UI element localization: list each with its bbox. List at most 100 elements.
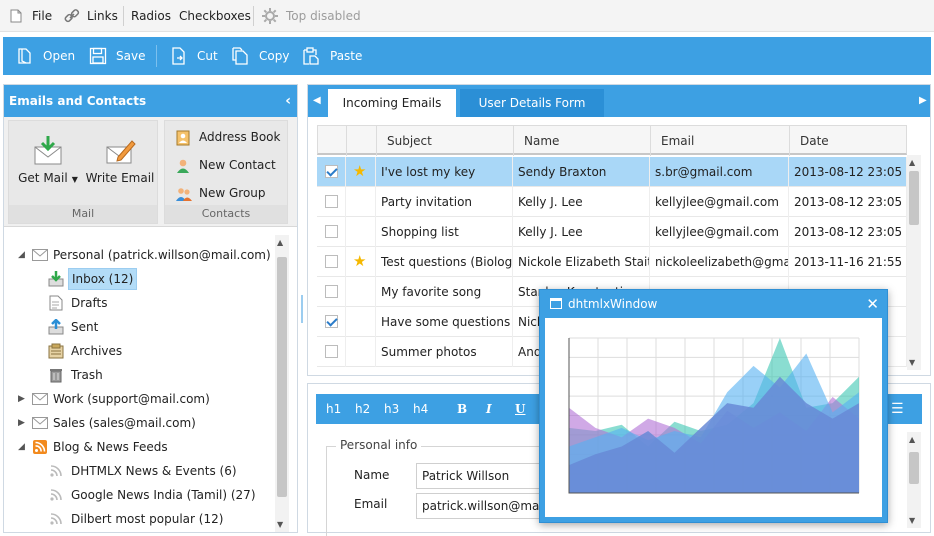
scroll-up-icon[interactable]: ▲	[277, 238, 283, 247]
details-scrollbar[interactable]: ▲ ▼	[907, 432, 921, 528]
tree-scrollbar[interactable]: ▲ ▼	[275, 235, 289, 532]
tree-label: Trash	[71, 368, 103, 382]
open-button[interactable]: Open	[17, 37, 77, 75]
header-email[interactable]: Email	[651, 126, 790, 156]
save-button[interactable]: Save	[89, 37, 149, 75]
list-icon[interactable]: ☰	[891, 394, 904, 424]
star-icon[interactable]: ★	[353, 253, 366, 269]
tree-label: DHTMLX News & Events (6)	[71, 464, 237, 478]
drafts-icon	[49, 295, 63, 311]
row-checkbox-cell	[317, 337, 346, 367]
scroll-down-icon[interactable]: ▼	[277, 520, 283, 529]
menu-file-label: File	[32, 9, 53, 23]
scrollbar-thumb[interactable]	[909, 171, 919, 225]
table-row[interactable]: ★ I've lost my key Sendy Braxton s.br@gmail…	[317, 157, 907, 187]
scroll-down-icon[interactable]: ▼	[909, 516, 915, 525]
header-date[interactable]: Date	[790, 126, 907, 156]
row-star-cell	[346, 217, 376, 247]
area-chart	[568, 337, 860, 494]
row-checkbox[interactable]	[325, 345, 338, 358]
cut-icon	[172, 47, 185, 65]
scroll-down-icon[interactable]: ▼	[909, 358, 915, 367]
window-title: dhtmlxWindow	[568, 297, 658, 311]
row-checkbox[interactable]	[325, 165, 338, 178]
table-row[interactable]: Party invitation Kelly J. Lee kellyjlee@gm…	[317, 187, 907, 217]
email-field[interactable]: patrick.willson@mail.com	[416, 493, 556, 519]
header-name[interactable]: Name	[514, 126, 651, 156]
grid-scrollbar[interactable]: ▲ ▼	[907, 155, 921, 370]
expand-arrow-icon[interactable]: ▶	[18, 388, 25, 410]
row-checkbox[interactable]	[325, 255, 338, 268]
cell-date: 2013-08-12 23:05	[789, 217, 907, 247]
paste-icon	[303, 47, 319, 65]
row-checkbox[interactable]	[325, 225, 338, 238]
expand-arrow-icon[interactable]: ◢	[18, 244, 25, 266]
archive-icon	[48, 343, 64, 359]
row-checkbox[interactable]	[325, 285, 338, 298]
menu-top-disabled: Top disabled	[262, 0, 361, 32]
scrollbar-thumb[interactable]	[277, 257, 287, 497]
write-email-button[interactable]: Write Email	[83, 127, 157, 201]
tree-label: Blog & News Feeds	[53, 440, 168, 454]
underline-button[interactable]: U	[515, 394, 525, 424]
copy-label: Copy	[259, 49, 290, 63]
name-field[interactable]: Patrick Willson	[416, 463, 556, 489]
star-icon[interactable]: ★	[353, 163, 366, 179]
row-checkbox-cell	[317, 187, 346, 217]
expand-arrow-icon[interactable]: ▶	[18, 412, 25, 434]
tab-scroll-left-icon[interactable]: ◀	[313, 85, 321, 117]
rss-icon	[33, 440, 47, 454]
ribbon: Get Mail ▼ Write Email Mail Address Book …	[4, 117, 297, 227]
name-label: Name	[354, 468, 390, 482]
window-close-button[interactable]: ✕	[866, 290, 879, 318]
dhtmlx-window[interactable]: dhtmlxWindow ✕	[539, 289, 888, 523]
tab-incoming-emails[interactable]: Incoming Emails	[328, 89, 456, 117]
row-checkbox[interactable]	[325, 315, 338, 328]
tab-bar: ◀ Incoming Emails User Details Form ▶	[308, 85, 930, 117]
row-star-cell	[346, 337, 376, 367]
bold-button[interactable]: B	[457, 394, 467, 424]
scrollbar-thumb[interactable]	[909, 452, 919, 484]
h4-button[interactable]: h4	[413, 394, 428, 424]
table-row[interactable]: Shopping list Kelly J. Lee kellyjlee@gmail…	[317, 217, 907, 247]
copy-button[interactable]: Copy	[231, 37, 291, 75]
menu-links[interactable]: Links	[64, 0, 119, 32]
email-label: Email	[354, 497, 388, 511]
expand-arrow-icon[interactable]: ◢	[18, 436, 25, 458]
cell-email: kellyjlee@gmail.com	[650, 217, 789, 247]
h2-button[interactable]: h2	[355, 394, 370, 424]
paste-button[interactable]: Paste	[302, 37, 362, 75]
cell-date: 2013-11-16 21:55	[789, 247, 907, 277]
address-book-icon	[176, 130, 190, 146]
cut-button[interactable]: Cut	[171, 37, 221, 75]
cell-email: s.br@gmail.com	[650, 157, 789, 187]
tab-user-details-form[interactable]: User Details Form	[460, 89, 604, 117]
menu-checkboxes[interactable]: Checkboxes	[179, 0, 251, 32]
mail-icon	[32, 393, 48, 405]
tree-label: Work (support@mail.com)	[53, 392, 210, 406]
row-checkbox[interactable]	[325, 195, 338, 208]
italic-button[interactable]: I	[486, 394, 492, 424]
sent-icon	[48, 319, 64, 335]
window-body	[545, 318, 882, 517]
h3-button[interactable]: h3	[384, 394, 399, 424]
menu-checkboxes-label: Checkboxes	[179, 9, 251, 23]
table-row[interactable]: ★ Test questions (Biology) Nickole Elizabe…	[317, 247, 907, 277]
cell-name: Nickole Elizabeth Staitman	[513, 247, 650, 277]
scroll-up-icon[interactable]: ▲	[909, 435, 915, 444]
splitter-handle[interactable]	[301, 295, 303, 323]
cell-email: nickoleelizabeth@gmail.com	[650, 247, 789, 277]
menu-separator	[123, 6, 124, 26]
get-mail-button[interactable]: Get Mail ▼	[11, 127, 85, 201]
menu-radios[interactable]: Radios	[131, 0, 171, 32]
tab-scroll-right-icon[interactable]: ▶	[919, 85, 927, 117]
feed-icon	[50, 513, 62, 525]
header-subject[interactable]: Subject	[377, 126, 514, 156]
feed-icon	[50, 489, 62, 501]
ribbon-group-mail-title: Mail	[9, 205, 157, 223]
row-star-cell: ★	[346, 247, 376, 277]
menu-file[interactable]: File	[10, 0, 55, 32]
h1-button[interactable]: h1	[326, 394, 341, 424]
collapse-arrow-icon[interactable]: ‹	[285, 85, 291, 117]
scroll-up-icon[interactable]: ▲	[909, 158, 915, 167]
